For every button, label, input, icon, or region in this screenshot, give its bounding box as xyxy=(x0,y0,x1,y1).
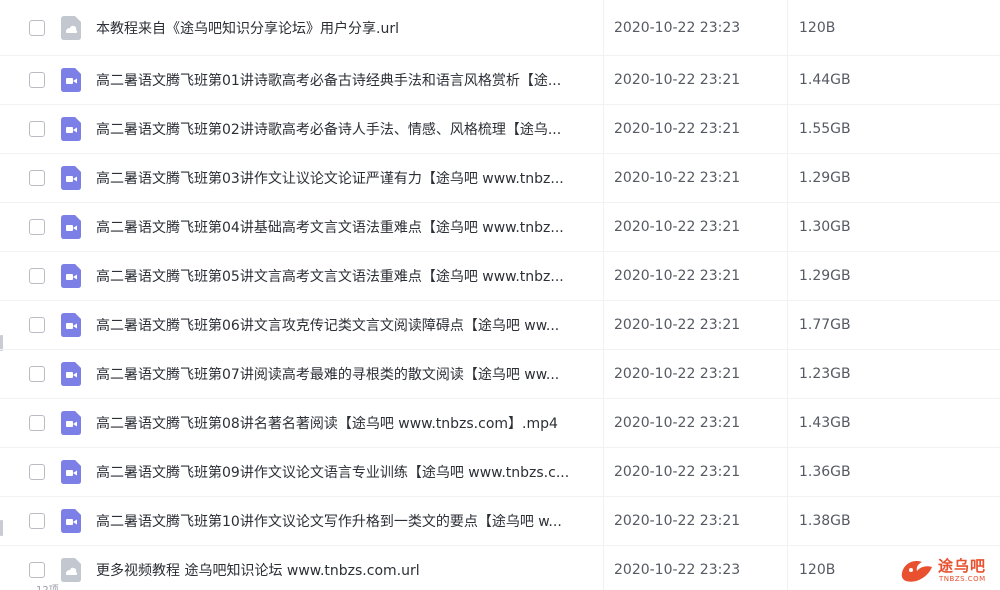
file-size: 1.43GB xyxy=(799,415,851,431)
file-name[interactable]: 高二暑语文腾飞班第10讲作文议论文写作升格到一类文的要点【途乌吧 w... xyxy=(96,511,596,531)
file-name[interactable]: 更多视频教程 途乌吧知识论坛 www.tnbzs.com.url xyxy=(96,560,596,580)
file-date: 2020-10-22 23:21 xyxy=(614,513,741,529)
file-name[interactable]: 本教程来自《途乌吧知识分享论坛》用户分享.url xyxy=(96,18,596,38)
file-date: 2020-10-22 23:21 xyxy=(614,366,741,382)
video-file-icon xyxy=(61,313,81,337)
file-name[interactable]: 高二暑语文腾飞班第09讲作文议论文语言专业训练【途乌吧 www.tnbzs.c.… xyxy=(96,462,596,482)
row-checkbox[interactable] xyxy=(29,317,45,333)
watermark-logo: 途乌吧 TNBZS.COM xyxy=(898,553,994,587)
file-size: 120B xyxy=(799,562,836,578)
bird-logo-icon xyxy=(901,561,932,582)
file-size: 1.29GB xyxy=(799,268,851,284)
watermark-domain: TNBZS.COM xyxy=(939,575,986,583)
item-count: 12项 xyxy=(36,581,59,590)
file-row[interactable]: 高二暑语文腾飞班第02讲诗歌高考必备诗人手法、情感、风格梳理【途乌... 2020… xyxy=(0,105,1000,154)
file-size: 1.44GB xyxy=(799,72,851,88)
video-file-icon xyxy=(61,215,81,239)
file-date: 2020-10-22 23:21 xyxy=(614,415,741,431)
file-date: 2020-10-22 23:23 xyxy=(614,19,741,36)
row-checkbox[interactable] xyxy=(29,19,45,36)
file-row[interactable]: 高二暑语文腾飞班第06讲文言攻克传记类文言文阅读障碍点【途乌吧 ww... 202… xyxy=(0,301,1000,350)
file-name[interactable]: 高二暑语文腾飞班第04讲基础高考文言文语法重难点【途乌吧 www.tnbz... xyxy=(96,217,596,237)
video-file-icon xyxy=(61,460,81,484)
file-row[interactable]: 高二暑语文腾飞班第05讲文言高考文言文语法重难点【途乌吧 www.tnbz...… xyxy=(0,252,1000,301)
file-date: 2020-10-22 23:21 xyxy=(614,268,741,284)
file-row[interactable]: 更多视频教程 途乌吧知识论坛 www.tnbzs.com.url 2020-10-… xyxy=(0,546,1000,590)
video-file-icon xyxy=(61,117,81,141)
row-checkbox[interactable] xyxy=(29,415,45,431)
file-name[interactable]: 高二暑语文腾飞班第08讲名著名著阅读【途乌吧 www.tnbzs.com】.mp… xyxy=(96,413,596,433)
file-row[interactable]: 高二暑语文腾飞班第04讲基础高考文言文语法重难点【途乌吧 www.tnbz...… xyxy=(0,203,1000,252)
video-file-icon xyxy=(61,411,81,435)
row-checkbox[interactable] xyxy=(29,513,45,529)
video-file-icon xyxy=(61,68,81,92)
file-size: 1.38GB xyxy=(799,513,851,529)
file-size: 1.55GB xyxy=(799,121,851,137)
file-name[interactable]: 高二暑语文腾飞班第05讲文言高考文言文语法重难点【途乌吧 www.tnbz... xyxy=(96,266,596,286)
file-row[interactable]: 本教程来自《途乌吧知识分享论坛》用户分享.url 2020-10-22 23:23… xyxy=(0,0,1000,56)
file-date: 2020-10-22 23:23 xyxy=(614,562,741,578)
file-date: 2020-10-22 23:21 xyxy=(614,121,741,137)
file-size: 1.23GB xyxy=(799,366,851,382)
file-name[interactable]: 高二暑语文腾飞班第02讲诗歌高考必备诗人手法、情感、风格梳理【途乌... xyxy=(96,119,596,139)
file-list: 本教程来自《途乌吧知识分享论坛》用户分享.url 2020-10-22 23:23… xyxy=(0,0,1000,590)
file-name[interactable]: 高二暑语文腾飞班第03讲作文让议论文论证严谨有力【途乌吧 www.tnbz... xyxy=(96,168,596,188)
link-file-icon xyxy=(61,15,81,40)
file-size: 120B xyxy=(799,19,836,36)
file-date: 2020-10-22 23:21 xyxy=(614,219,741,235)
row-checkbox[interactable] xyxy=(29,268,45,284)
row-checkbox[interactable] xyxy=(29,170,45,186)
file-row[interactable]: 高二暑语文腾飞班第03讲作文让议论文论证严谨有力【途乌吧 www.tnbz...… xyxy=(0,154,1000,203)
file-row[interactable]: 高二暑语文腾飞班第10讲作文议论文写作升格到一类文的要点【途乌吧 w... 202… xyxy=(0,497,1000,546)
video-file-icon xyxy=(61,509,81,533)
file-row[interactable]: 高二暑语文腾飞班第09讲作文议论文语言专业训练【途乌吧 www.tnbzs.c.… xyxy=(0,448,1000,497)
row-checkbox[interactable] xyxy=(29,562,45,578)
row-checkbox[interactable] xyxy=(29,121,45,137)
row-checkbox[interactable] xyxy=(29,366,45,382)
video-file-icon xyxy=(61,362,81,386)
file-row[interactable]: 高二暑语文腾飞班第01讲诗歌高考必备古诗经典手法和语言风格赏析【途... 2020… xyxy=(0,56,1000,105)
file-date: 2020-10-22 23:21 xyxy=(614,72,741,88)
file-row[interactable]: 高二暑语文腾飞班第07讲阅读高考最难的寻根类的散文阅读【途乌吧 ww... 202… xyxy=(0,350,1000,399)
file-name[interactable]: 高二暑语文腾飞班第06讲文言攻克传记类文言文阅读障碍点【途乌吧 ww... xyxy=(96,315,596,335)
watermark-brand: 途乌吧 xyxy=(938,557,987,575)
file-size: 1.77GB xyxy=(799,317,851,333)
file-date: 2020-10-22 23:21 xyxy=(614,464,741,480)
row-checkbox[interactable] xyxy=(29,464,45,480)
video-file-icon xyxy=(61,166,81,190)
file-row[interactable]: 高二暑语文腾飞班第08讲名著名著阅读【途乌吧 www.tnbzs.com】.mp… xyxy=(0,399,1000,448)
video-file-icon xyxy=(61,264,81,288)
link-file-icon xyxy=(61,558,81,582)
row-checkbox[interactable] xyxy=(29,72,45,88)
file-size: 1.29GB xyxy=(799,170,851,186)
file-size: 1.30GB xyxy=(799,219,851,235)
file-date: 2020-10-22 23:21 xyxy=(614,170,741,186)
file-name[interactable]: 高二暑语文腾飞班第07讲阅读高考最难的寻根类的散文阅读【途乌吧 ww... xyxy=(96,364,596,384)
row-checkbox[interactable] xyxy=(29,219,45,235)
file-date: 2020-10-22 23:21 xyxy=(614,317,741,333)
file-size: 1.36GB xyxy=(799,464,851,480)
file-name[interactable]: 高二暑语文腾飞班第01讲诗歌高考必备古诗经典手法和语言风格赏析【途... xyxy=(96,70,596,90)
